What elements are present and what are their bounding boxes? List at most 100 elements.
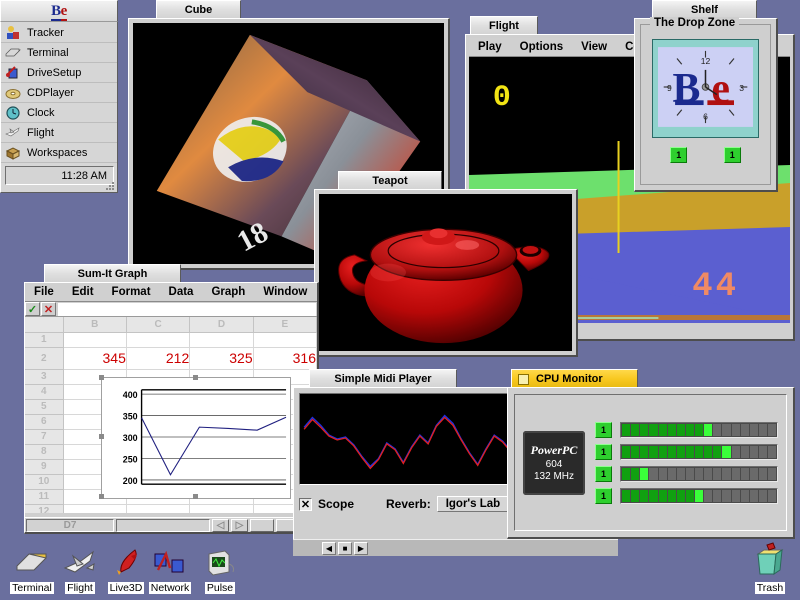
row-header[interactable]: 3 — [25, 369, 63, 384]
cell-d2[interactable]: 325 — [190, 347, 253, 369]
chart-handle-bc[interactable] — [193, 494, 198, 499]
cpu-toggle-1[interactable]: 1 — [595, 422, 612, 438]
reverb-dropdown[interactable]: Igor's Lab — [437, 496, 510, 512]
deskbar-item-flight[interactable]: Flight — [1, 123, 117, 143]
deskbar-clock[interactable]: 11:28 AM — [5, 166, 114, 185]
row-header[interactable]: 1 — [25, 332, 63, 347]
deskbar-item-workspaces[interactable]: Workspaces — [1, 143, 117, 163]
deskbar-item-terminal[interactable]: Terminal — [1, 43, 117, 63]
chart-handle-tc[interactable] — [193, 375, 198, 380]
meter-segment — [622, 490, 630, 502]
cell-e2[interactable]: 316 — [253, 347, 316, 369]
sumit-menu-graph[interactable]: Graph — [202, 286, 254, 298]
rewind-button[interactable]: ◀ — [322, 542, 336, 555]
sumit-menu-data[interactable]: Data — [160, 286, 203, 298]
cpu-toggle-2[interactable]: 1 — [595, 444, 612, 460]
teapot-window[interactable]: Teapot — [314, 171, 578, 357]
cpu-window-tab[interactable]: CPU Monitor — [511, 369, 638, 388]
flight-menu-options[interactable]: Options — [511, 41, 572, 53]
sheet-next-button[interactable]: ▷ — [231, 519, 248, 532]
chart-handle-bl[interactable] — [99, 494, 104, 499]
deskbar-item-drivesetup[interactable]: DriveSetup — [1, 63, 117, 83]
midi-transport-bar[interactable]: ◀ ■ ▶ — [293, 539, 618, 556]
sumit-window[interactable]: Sum-It Graph File Edit Format Data Graph… — [24, 264, 319, 534]
cell[interactable] — [190, 332, 253, 347]
chart-handle-ml[interactable] — [99, 434, 104, 439]
cell[interactable] — [63, 504, 126, 513]
cube-window-tab[interactable]: Cube — [156, 0, 241, 19]
teapot-3d-canvas[interactable] — [319, 194, 572, 351]
cpu-window[interactable]: CPU Monitor PowerPC 604 132 MHz 1 1 1 — [507, 369, 795, 539]
chart-handle-tl[interactable] — [99, 375, 104, 380]
meter-segment — [704, 490, 712, 502]
status-extra[interactable] — [250, 519, 274, 532]
cell[interactable] — [126, 332, 189, 347]
row-header[interactable]: 4 — [25, 384, 63, 399]
row-header[interactable]: 5 — [25, 399, 63, 414]
cell-b2[interactable]: 345 — [63, 347, 126, 369]
row-header[interactable]: 7 — [25, 429, 63, 444]
flight-window-tab[interactable]: Flight — [470, 16, 538, 35]
column-header-e[interactable]: E — [253, 317, 316, 332]
sheet-prev-button[interactable]: ◁ — [212, 519, 229, 532]
midi-window-tab[interactable]: Simple Midi Player — [309, 369, 457, 388]
deskbar[interactable]: Be Tracker Terminal DriveSetup CDPlayer — [0, 0, 118, 193]
row-header[interactable]: 10 — [25, 474, 63, 489]
row-header[interactable]: 12 — [25, 504, 63, 513]
embedded-line-chart[interactable]: 200250300350400 — [101, 377, 291, 499]
corner-cell[interactable] — [25, 317, 63, 332]
sumit-menu-file[interactable]: File — [25, 286, 63, 298]
cpu-toggle-4[interactable]: 1 — [595, 488, 612, 504]
sumit-formula-toolbar[interactable]: ✓ ✕ — [25, 302, 317, 317]
cell-c2[interactable]: 212 — [126, 347, 189, 369]
row-header[interactable]: 8 — [25, 444, 63, 459]
scope-checkbox[interactable]: ✕ — [299, 498, 312, 511]
cpu-toggle-3[interactable]: 1 — [595, 466, 612, 482]
sumit-menu-edit[interactable]: Edit — [63, 286, 103, 298]
midi-scope-display[interactable] — [299, 393, 518, 485]
meter-segment — [732, 468, 740, 480]
flight-menu-play[interactable]: Play — [469, 41, 511, 53]
meter-segment — [732, 490, 740, 502]
cell[interactable] — [190, 504, 253, 513]
chip-model: 604 — [546, 459, 563, 470]
cell[interactable] — [126, 504, 189, 513]
deskbar-be-logo-tab[interactable]: Be — [0, 0, 118, 22]
cancel-formula-button[interactable]: ✕ — [41, 302, 56, 316]
deskbar-item-clock[interactable]: Clock — [1, 103, 117, 123]
column-header-d[interactable]: D — [190, 317, 253, 332]
cell-reference[interactable]: D7 — [26, 519, 114, 532]
cell[interactable] — [63, 332, 126, 347]
accept-formula-button[interactable]: ✓ — [25, 302, 40, 316]
midi-window[interactable]: Simple Midi Player ✕ Scope Reverb: Igor'… — [293, 369, 525, 556]
desktop-icon-network[interactable]: Network — [142, 548, 198, 594]
deskbar-item-cdplayer[interactable]: CDPlayer — [1, 83, 117, 103]
column-header-b[interactable]: B — [63, 317, 126, 332]
desktop-icon-trash[interactable]: Trash — [742, 542, 798, 594]
sumit-spreadsheet[interactable]: B C D E 1 2 345 212 325 316 3 4 5 6 7 — [25, 317, 317, 513]
stop-button[interactable]: ■ — [338, 542, 352, 555]
column-header-c[interactable]: C — [126, 317, 189, 332]
row-header[interactable]: 2 — [25, 347, 63, 369]
sumit-menu-window[interactable]: Window — [254, 286, 316, 298]
resize-grip[interactable] — [106, 182, 115, 191]
desktop-icon-pulse[interactable]: Pulse — [192, 548, 248, 594]
shelf-window[interactable]: Shelf The Drop Zone 12 3 — [634, 0, 778, 192]
sumit-menubar[interactable]: File Edit Format Data Graph Window — [25, 283, 317, 302]
formula-input[interactable] — [58, 303, 316, 316]
replicant-button-1[interactable]: 1 — [670, 147, 687, 163]
be-clock-replicant[interactable]: 12 3 6 9 B e — [652, 39, 759, 138]
drop-zone-group[interactable]: The Drop Zone 12 3 6 9 — [640, 24, 771, 185]
cell[interactable] — [253, 332, 316, 347]
sumit-window-tab[interactable]: Sum-It Graph — [44, 264, 181, 283]
replicant-button-2[interactable]: 1 — [724, 147, 741, 163]
teapot-window-tab[interactable]: Teapot — [338, 171, 442, 190]
play-button[interactable]: ▶ — [354, 542, 368, 555]
deskbar-item-tracker[interactable]: Tracker — [1, 23, 117, 43]
flight-menu-view[interactable]: View — [572, 41, 616, 53]
sumit-menu-format[interactable]: Format — [103, 286, 160, 298]
row-header[interactable]: 11 — [25, 489, 63, 504]
row-header[interactable]: 9 — [25, 459, 63, 474]
meter-segment — [713, 424, 721, 436]
row-header[interactable]: 6 — [25, 414, 63, 429]
